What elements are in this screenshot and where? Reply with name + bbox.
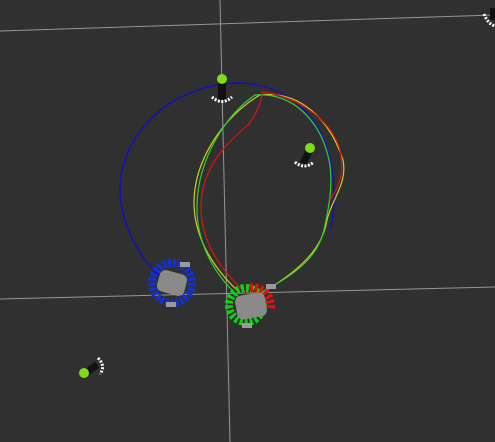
planned-path-blue <box>119 82 335 286</box>
3d-viewport[interactable] <box>0 0 495 442</box>
goal-marker[interactable] <box>210 74 234 103</box>
robot-wheel <box>266 284 276 289</box>
grid-line <box>0 14 495 32</box>
robot-blue-wheel <box>166 302 176 307</box>
trajectory-red <box>200 91 343 296</box>
scene-canvas[interactable] <box>0 0 495 442</box>
marker-head-icon <box>305 143 315 153</box>
robot-wheel <box>242 323 252 328</box>
ground-grid <box>0 0 495 442</box>
goal-marker[interactable] <box>294 143 315 168</box>
trajectory-green <box>196 94 332 297</box>
marker-head-icon <box>217 74 227 84</box>
trajectory-yellow <box>193 93 345 294</box>
goal-marker[interactable] <box>482 8 495 28</box>
marker-arc-icon <box>96 356 105 375</box>
marker-head-icon <box>79 368 89 378</box>
grid-line <box>219 0 231 442</box>
marker-post <box>490 8 495 20</box>
robot-green-red[interactable] <box>225 283 276 328</box>
goal-marker[interactable] <box>79 356 105 378</box>
robot-blue[interactable] <box>148 259 196 307</box>
robot-blue-body <box>156 270 188 296</box>
robot-blue-wheel <box>180 262 190 267</box>
robot-body <box>235 292 267 320</box>
